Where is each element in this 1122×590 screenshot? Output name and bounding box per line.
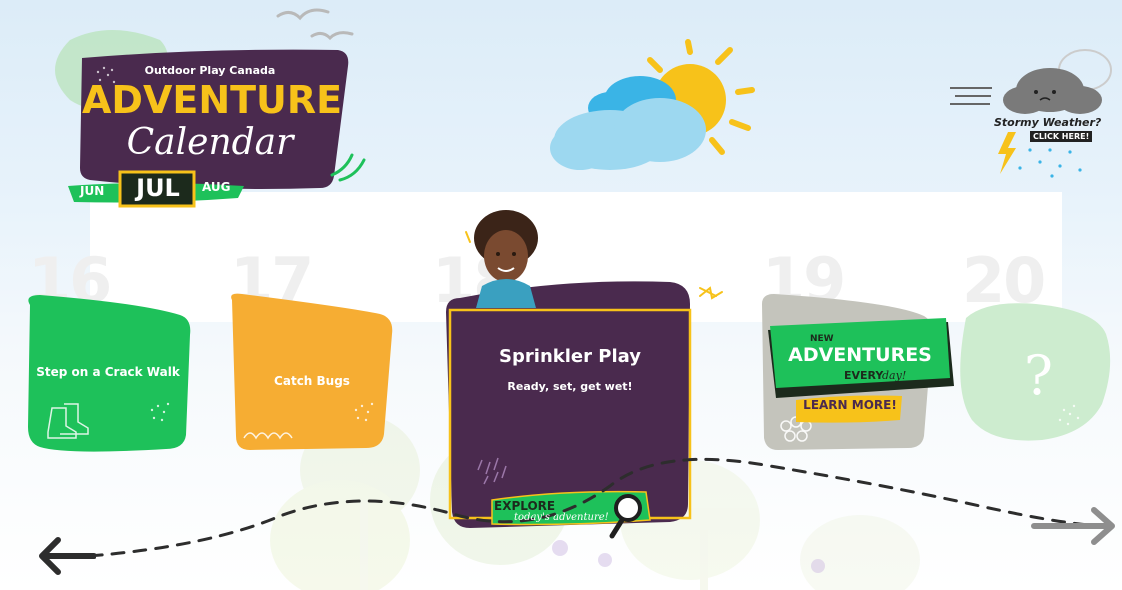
month-current-jul: JUL <box>136 174 180 202</box>
next-arrow-button[interactable] <box>1030 504 1118 548</box>
day-card-17-label: Catch Bugs <box>274 374 350 388</box>
logo-org: Outdoor Play Canada <box>144 64 276 77</box>
question-mark-icon: ? <box>1024 344 1053 407</box>
explore-label: EXPLORE <box>494 499 556 513</box>
storm-cloud-icon <box>950 49 1112 178</box>
day-card-18-title: Sprinkler Play <box>499 346 641 367</box>
explore-button[interactable]: EXPLORE today's adventure! <box>494 498 618 530</box>
birds-icon <box>276 8 354 41</box>
promo-every-label: EVERY <box>844 369 884 382</box>
learn-more-button[interactable]: LEARN MORE! <box>798 398 902 412</box>
prev-arrow-button[interactable] <box>36 534 96 578</box>
promo-new-label: NEW <box>810 334 834 344</box>
day-card-18[interactable]: Sprinkler Play Ready, set, get wet! <box>442 300 698 520</box>
logo-title: ADVENTURE <box>82 78 343 122</box>
month-next-aug[interactable]: AUG <box>202 180 231 194</box>
day-card-16-label: Step on a Crack Walk <box>36 365 180 379</box>
logo-subtitle: Calendar <box>126 122 294 163</box>
day-card-18-subtitle: Ready, set, get wet! <box>507 380 633 393</box>
promo-title: ADVENTURES <box>788 344 932 366</box>
month-prev-jun[interactable]: JUN <box>80 184 104 198</box>
explore-sublabel: today's adventure! <box>514 512 609 523</box>
day-card-16[interactable]: Step on a Crack Walk <box>22 296 194 452</box>
click-here-link[interactable]: CLICK HERE! <box>1030 131 1093 142</box>
day-card-17[interactable]: Catch Bugs <box>226 296 398 452</box>
day-card-19: NEW ADVENTURES EVERY day! LEARN MORE! <box>760 292 936 452</box>
stormy-weather-link[interactable]: Stormy Weather? <box>994 116 1101 129</box>
day-card-20[interactable]: ? <box>966 304 1116 454</box>
child-photo <box>474 210 538 308</box>
promo-day-label: day! <box>882 369 907 382</box>
